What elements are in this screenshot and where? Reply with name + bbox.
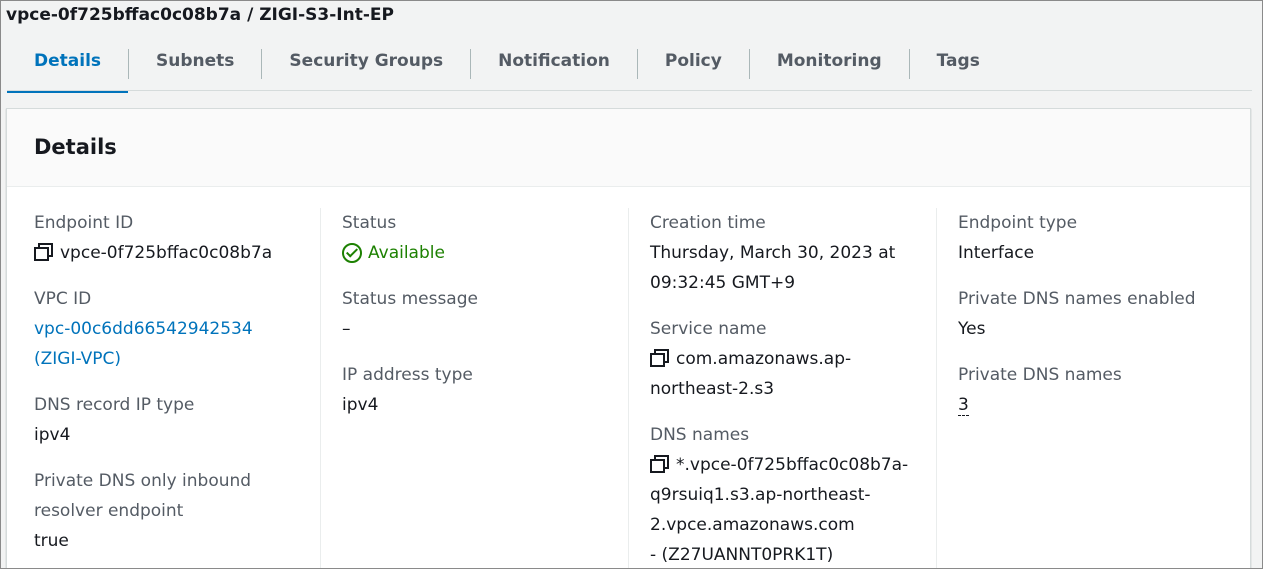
- field-label: VPC ID: [34, 289, 92, 309]
- copy-icon[interactable]: [650, 455, 669, 473]
- details-columns: Endpoint ID vpce-0f725bffac0c08b7a VPC I…: [7, 188, 1250, 568]
- field-value-continued: 09:32:45 GMT+9: [650, 273, 796, 293]
- details-column-4: Endpoint type Interface Private DNS name…: [958, 208, 1238, 568]
- copy-icon[interactable]: [34, 243, 53, 261]
- private-dns-names-count[interactable]: 3: [958, 395, 969, 416]
- field-value: vpce-0f725bffac0c08b7a: [34, 238, 314, 268]
- field-label: Private DNS only inbound: [34, 471, 252, 491]
- field-value-continued: - (Z27UANNT0PRK1T): [650, 545, 834, 565]
- tab-label: Details: [34, 51, 102, 71]
- dns-record-ip-type-field: DNS record IP type ipv4: [34, 390, 314, 450]
- column-divider: [628, 208, 629, 568]
- field-value: Interface: [958, 243, 1035, 263]
- details-panel: Details Endpoint ID vpce-0f725bffac0c08b…: [6, 108, 1251, 568]
- service-name-field: Service name com.amazonaws.ap- northeast…: [650, 314, 930, 404]
- tab-underline: [7, 90, 1252, 91]
- field-value: –: [342, 319, 351, 339]
- service-name-value: com.amazonaws.ap-: [676, 349, 852, 369]
- tab-monitoring[interactable]: Monitoring: [750, 41, 909, 91]
- tab-subnets[interactable]: Subnets: [129, 41, 261, 91]
- endpoint-id-value: vpce-0f725bffac0c08b7a: [60, 243, 273, 263]
- vpc-id-field: VPC ID vpc-00c6dd66542942534 (ZIGI-VPC): [34, 284, 314, 374]
- panel-header: Details: [7, 109, 1250, 187]
- vpc-name-value: (ZIGI-VPC): [34, 349, 122, 369]
- field-label: Creation time: [650, 213, 766, 233]
- field-label: DNS record IP type: [34, 395, 195, 415]
- tab-policy[interactable]: Policy: [638, 41, 749, 91]
- field-value-continued: northeast-2.s3: [650, 379, 775, 399]
- vpc-id-link[interactable]: vpc-00c6dd66542942534 (ZIGI-VPC): [34, 314, 314, 374]
- tab-label: Security Groups: [289, 51, 444, 71]
- tab-label: Notification: [498, 51, 610, 71]
- vpc-id-value: vpc-00c6dd66542942534: [34, 319, 253, 339]
- status-value: Available: [342, 238, 622, 268]
- dns-name-value: *.vpce-0f725bffac0c08b7a-: [676, 455, 909, 475]
- field-label: IP address type: [342, 365, 473, 385]
- ip-address-type-field: IP address type ipv4: [342, 360, 622, 420]
- creation-time-field: Creation time Thursday, March 30, 2023 a…: [650, 208, 930, 298]
- status-field: Status Available: [342, 208, 622, 268]
- private-dns-inbound-field: Private DNS only inbound resolver endpoi…: [34, 466, 314, 556]
- private-dns-enabled-field: Private DNS names enabled Yes: [958, 284, 1238, 344]
- status-message-field: Status message –: [342, 284, 622, 344]
- check-circle-icon: [342, 243, 362, 263]
- status-text: Available: [368, 243, 445, 263]
- details-column-1: Endpoint ID vpce-0f725bffac0c08b7a VPC I…: [34, 208, 314, 568]
- endpoint-type-field: Endpoint type Interface: [958, 208, 1238, 268]
- field-value: ipv4: [34, 425, 71, 445]
- field-label-continued: resolver endpoint: [34, 501, 184, 521]
- field-value-continued: q9rsuiq1.s3.ap-northeast-: [650, 485, 871, 505]
- field-label: Private DNS names enabled: [958, 289, 1196, 309]
- field-label: Endpoint ID: [34, 213, 134, 233]
- field-label: Status message: [342, 289, 478, 309]
- tab-label: Policy: [664, 51, 722, 71]
- tab-label: Tags: [936, 51, 980, 71]
- tab-label: Subnets: [156, 51, 235, 71]
- tab-bar: Details Subnets Security Groups Notifica…: [7, 41, 1007, 93]
- field-value: true: [34, 531, 69, 551]
- tab-security-groups[interactable]: Security Groups: [262, 41, 470, 91]
- endpoint-details-view: vpce-0f725bffac0c08b7a / ZIGI-S3-Int-EP …: [0, 0, 1263, 569]
- field-label: DNS names: [650, 425, 750, 445]
- field-value: *.vpce-0f725bffac0c08b7a-: [650, 450, 930, 480]
- tab-details[interactable]: Details: [7, 41, 129, 93]
- details-column-2: Status Available Status message – IP add…: [342, 208, 622, 568]
- field-value: 3: [958, 390, 1238, 420]
- tab-label: Monitoring: [776, 51, 882, 71]
- column-divider: [936, 208, 937, 568]
- tab-tags[interactable]: Tags: [910, 41, 1007, 91]
- field-label: Endpoint type: [958, 213, 1078, 233]
- private-dns-names-field: Private DNS names 3: [958, 360, 1238, 420]
- copy-icon[interactable]: [650, 349, 669, 367]
- field-value: com.amazonaws.ap-: [650, 344, 930, 374]
- field-value: Yes: [958, 319, 986, 339]
- field-label: Private DNS names: [958, 365, 1122, 385]
- field-value-continued: 2.vpce.amazonaws.com: [650, 515, 855, 535]
- column-divider: [320, 208, 321, 568]
- endpoint-id-field: Endpoint ID vpce-0f725bffac0c08b7a: [34, 208, 314, 268]
- tab-notification[interactable]: Notification: [471, 41, 637, 91]
- field-label: Status: [342, 213, 397, 233]
- details-column-3: Creation time Thursday, March 30, 2023 a…: [650, 208, 930, 568]
- field-label: Service name: [650, 319, 767, 339]
- page-title: vpce-0f725bffac0c08b7a / ZIGI-S3-Int-EP: [6, 5, 394, 25]
- panel-title: Details: [34, 135, 117, 159]
- field-value: Thursday, March 30, 2023 at: [650, 243, 896, 263]
- dns-names-field: DNS names *.vpce-0f725bffac0c08b7a- q9rs…: [650, 420, 930, 568]
- field-value: ipv4: [342, 395, 379, 415]
